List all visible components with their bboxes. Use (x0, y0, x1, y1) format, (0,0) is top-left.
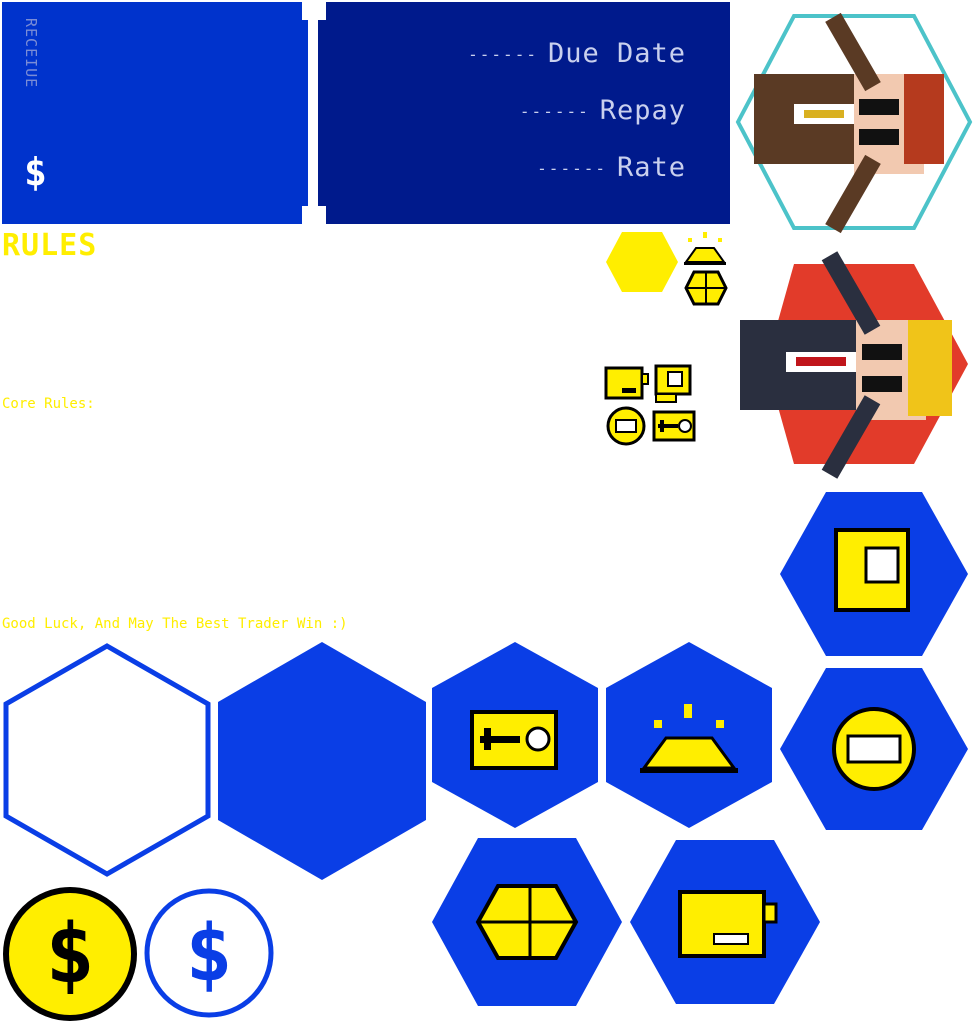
ticket-notch-bottom (302, 206, 326, 226)
rate-leader: ------ (537, 159, 607, 178)
due-date-field: ------ Due Date (468, 38, 686, 69)
due-date-label: Due Date (547, 38, 686, 69)
closing-line: Good Luck, And May The Best Trader Win :… (2, 616, 348, 632)
coin-icon (604, 406, 648, 446)
rules-title: RULES (2, 228, 98, 263)
gold-coin-symbol: $ (45, 907, 94, 1002)
rate-field: ------ Rate (537, 152, 686, 183)
hex-tile-coin[interactable] (778, 666, 970, 832)
repay-field: ------ Repay (520, 95, 686, 126)
hex-tile-outline[interactable] (2, 642, 212, 878)
outline-coin-symbol: $ (186, 909, 233, 999)
core-rules-label: Core Rules: (2, 396, 95, 412)
dollar-icon: $ (24, 150, 47, 194)
gold-pile-icon (682, 232, 728, 266)
hex-tile-solid[interactable] (216, 640, 428, 882)
ticket-notch-top (302, 0, 326, 20)
key-icon (652, 410, 698, 444)
yellow-hex-marker (604, 230, 680, 294)
trader-portrait-red[interactable] (736, 244, 972, 484)
repay-leader: ------ (519, 102, 590, 121)
receive-label: RECEIUE (22, 18, 40, 89)
hex-tile-gold[interactable] (604, 640, 774, 830)
gold-coin[interactable]: $ (2, 886, 138, 1022)
lock-icon (652, 364, 696, 404)
hex-tile-battery[interactable] (628, 838, 822, 1006)
hex-tile-cube[interactable] (430, 836, 624, 1008)
outline-coin[interactable]: $ (142, 886, 276, 1020)
trader-portrait-teal[interactable] (734, 4, 974, 240)
hex-tile-card[interactable] (778, 490, 970, 658)
repay-label: Repay (599, 95, 686, 126)
due-date-leader: ------ (468, 45, 538, 64)
cube-icon (684, 268, 728, 308)
loan-ticket-left (2, 2, 308, 224)
hex-tile-key[interactable] (430, 640, 600, 830)
rate-label: Rate (616, 152, 686, 183)
card-icon (604, 366, 650, 400)
